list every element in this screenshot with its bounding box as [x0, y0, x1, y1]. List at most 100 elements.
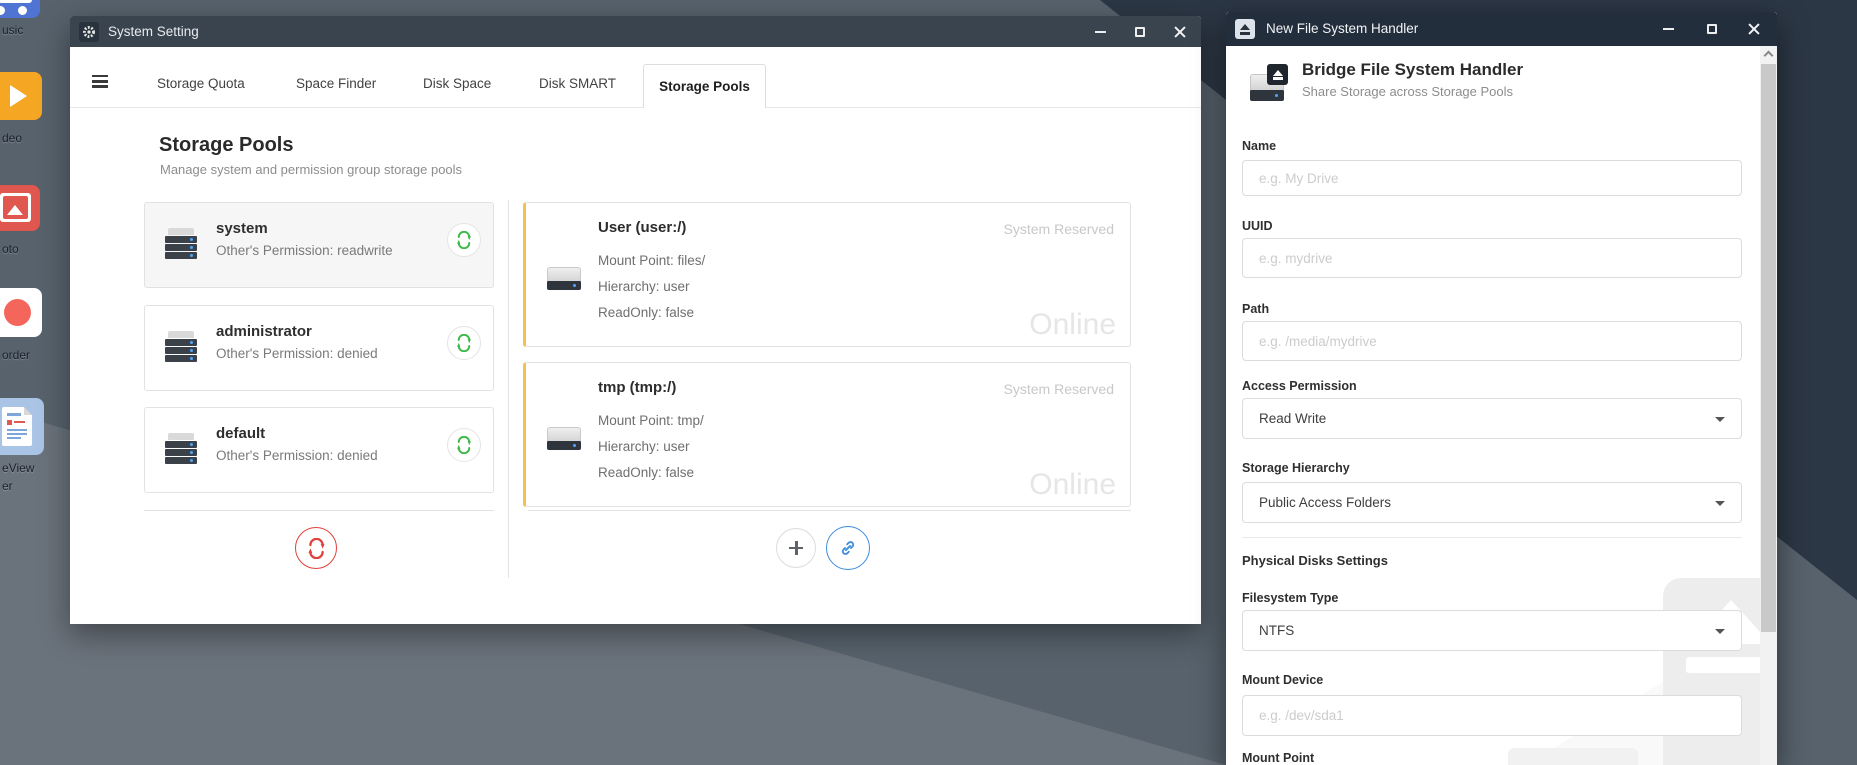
maximize-button[interactable]: [1126, 16, 1154, 48]
uuid-input[interactable]: [1242, 238, 1742, 278]
tab-disk-smart[interactable]: Disk SMART: [539, 75, 616, 93]
volume-card-user[interactable]: User (user:/) System Reserved Mount Poin…: [523, 202, 1131, 347]
desktop-label-fileviewer-line2[interactable]: er: [2, 479, 13, 493]
uuid-label: UUID: [1242, 219, 1273, 233]
desktop-label-photo[interactable]: oto: [2, 242, 19, 256]
volume-hierarchy: Hierarchy: user: [598, 279, 690, 294]
pool-sync-button[interactable]: [447, 428, 481, 462]
section-divider: [1242, 537, 1742, 538]
mount-device-input[interactable]: [1242, 695, 1742, 736]
pool-sync-button[interactable]: [447, 223, 481, 257]
online-watermark: Online: [1029, 468, 1116, 502]
handler-heading: Bridge File System Handler: [1302, 60, 1523, 80]
volume-mount-point: Mount Point: files/: [598, 253, 705, 268]
minimize-button[interactable]: [1654, 13, 1682, 45]
chevron-down-icon: [1715, 629, 1725, 634]
window-title: New File System Handler: [1266, 21, 1418, 36]
access-permission-select[interactable]: Read Write: [1242, 398, 1742, 439]
close-button[interactable]: [1740, 13, 1768, 45]
pool-name: default: [216, 425, 265, 442]
handler-titlebar[interactable]: New File System Handler: [1226, 12, 1777, 46]
disk-icon: [547, 267, 581, 291]
column-divider: [508, 200, 509, 578]
close-button[interactable]: [1166, 16, 1194, 48]
refresh-pools-button[interactable]: [295, 527, 337, 569]
gear-icon: [79, 22, 99, 42]
desktop-icon-fileviewer[interactable]: [0, 398, 44, 455]
record-circle-icon: [4, 299, 31, 326]
pool-card-default[interactable]: default Other's Permission: denied: [144, 407, 494, 493]
pool-card-system[interactable]: system Other's Permission: readwrite: [144, 202, 494, 288]
pool-permission: Other's Permission: readwrite: [216, 243, 393, 258]
desktop-label-recorder[interactable]: order: [2, 348, 30, 362]
name-input[interactable]: [1242, 160, 1742, 196]
desktop-icon-music[interactable]: [0, 0, 40, 18]
link-volume-button[interactable]: [826, 526, 870, 570]
storage-hierarchy-select[interactable]: Public Access Folders: [1242, 482, 1742, 523]
desktop-label-music[interactable]: usic: [2, 23, 23, 37]
photo-frame: [0, 193, 31, 222]
chevron-down-icon: [1715, 417, 1725, 422]
desktop-icon-recorder[interactable]: [0, 288, 42, 337]
desktop-icon-photo[interactable]: [0, 185, 40, 231]
volume-card-tmp[interactable]: tmp (tmp:/) System Reserved Mount Point:…: [523, 362, 1131, 507]
mount-point-label: Mount Point: [1242, 751, 1314, 765]
pool-name: system: [216, 220, 268, 237]
music-note-dot: [18, 6, 27, 15]
scrollbar-up-icon[interactable]: [1764, 51, 1774, 61]
tab-storage-quota[interactable]: Storage Quota: [157, 75, 245, 93]
mount-device-label: Mount Device: [1242, 673, 1323, 687]
window-title: System Setting: [108, 24, 199, 39]
add-volume-button[interactable]: [776, 528, 816, 568]
server-icon: [165, 433, 197, 465]
menu-icon[interactable]: [92, 75, 110, 89]
scrollbar[interactable]: [1760, 46, 1777, 765]
eject-badge-icon: [1267, 64, 1288, 85]
desktop-label-video[interactable]: deo: [2, 131, 22, 145]
name-label: Name: [1242, 139, 1276, 153]
tab-disk-space[interactable]: Disk Space: [423, 75, 491, 93]
desktop: { "desktop": { "icons": [ { "id": "music…: [0, 0, 1857, 765]
system-setting-titlebar[interactable]: System Setting: [70, 16, 1201, 48]
volume-hierarchy: Hierarchy: user: [598, 439, 690, 454]
plus-icon: [789, 541, 803, 555]
path-label: Path: [1242, 302, 1269, 316]
bridge-handler-icon: [1250, 64, 1288, 104]
watermark-pill: [1508, 748, 1638, 765]
server-icon: [165, 228, 197, 260]
disk-icon: [547, 427, 581, 451]
online-watermark: Online: [1029, 308, 1116, 342]
filesystem-type-select[interactable]: NTFS: [1242, 610, 1742, 651]
new-file-system-handler-window: Bridge File System Handler Share Storage…: [1226, 12, 1777, 765]
minimize-button[interactable]: [1086, 16, 1114, 48]
volume-title: User (user:/): [598, 219, 686, 236]
volume-title: tmp (tmp:/): [598, 379, 676, 396]
volume-list-divider: [528, 510, 1131, 511]
music-note-beam: [0, 0, 32, 3]
scrollbar-thumb[interactable]: [1761, 64, 1776, 632]
filesystem-type-label: Filesystem Type: [1242, 591, 1338, 605]
mountain-icon: [7, 205, 23, 215]
maximize-button[interactable]: [1698, 13, 1726, 45]
storage-hierarchy-label: Storage Hierarchy: [1242, 461, 1350, 475]
pool-sync-button[interactable]: [447, 326, 481, 360]
desktop-icon-video[interactable]: [0, 72, 42, 120]
settings-tabbar: Storage Quota Space Finder Disk Space Di…: [70, 47, 1201, 108]
tab-space-finder[interactable]: Space Finder: [296, 75, 376, 93]
access-permission-label: Access Permission: [1242, 379, 1357, 393]
eject-icon: [1235, 19, 1255, 39]
tab-storage-pools[interactable]: Storage Pools: [643, 64, 766, 108]
volume-readonly: ReadOnly: false: [598, 305, 694, 320]
pool-name: administrator: [216, 323, 312, 340]
document-icon: [2, 407, 32, 446]
play-icon: [10, 85, 27, 107]
chevron-down-icon: [1715, 501, 1725, 506]
pool-card-administrator[interactable]: administrator Other's Permission: denied: [144, 305, 494, 391]
page-subtitle: Manage system and permission group stora…: [160, 162, 462, 177]
system-reserved-badge: System Reserved: [1004, 221, 1114, 237]
server-icon: [165, 331, 197, 363]
path-input[interactable]: [1242, 321, 1742, 361]
volume-readonly: ReadOnly: false: [598, 465, 694, 480]
music-note-dot: [0, 6, 5, 15]
desktop-label-fileviewer-line1[interactable]: eView: [2, 461, 34, 475]
